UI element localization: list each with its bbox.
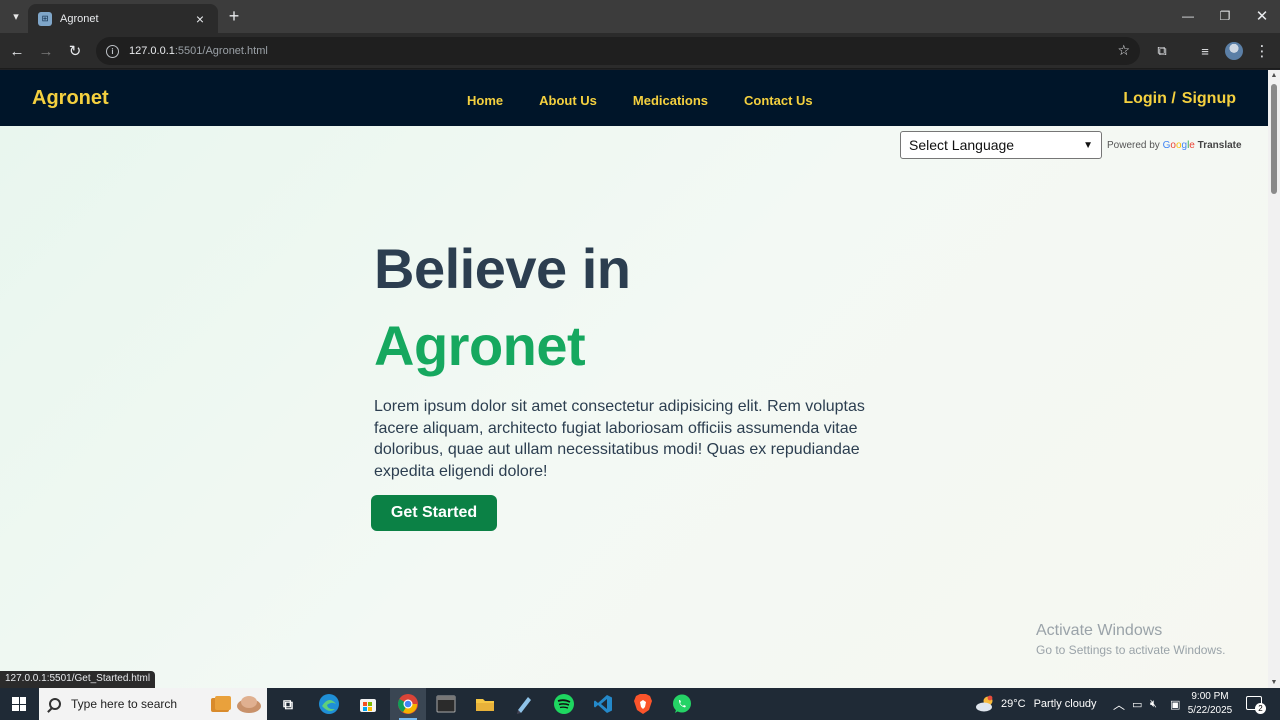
signup-link[interactable]: Signup <box>1182 90 1236 107</box>
browser-tab-strip: ▾ ⊞ Agronet × + — ❐ ✕ <box>0 0 1280 33</box>
file-explorer-icon[interactable] <box>473 692 497 716</box>
notification-count-badge: 2 <box>1255 703 1266 714</box>
weather-widget[interactable]: 29°C Partly cloudy <box>975 688 1097 720</box>
search-placeholder: Type here to search <box>71 697 178 711</box>
browser-tab-agronet[interactable]: ⊞ Agronet × <box>28 4 218 33</box>
powered-by-label: Powered by <box>1107 140 1160 151</box>
restore-icon[interactable]: ❐ <box>1207 0 1243 32</box>
nav-link-home[interactable]: Home <box>467 93 503 108</box>
login-link[interactable]: Login / <box>1123 90 1175 107</box>
auth-links: Login / Signup <box>1123 90 1236 108</box>
media-controls-icon[interactable]: ≡ <box>1195 41 1215 61</box>
url-host: 127.0.0.1 <box>129 45 175 57</box>
brave-icon[interactable] <box>631 692 655 716</box>
hero-title-line1: Believe in <box>374 237 631 300</box>
tab-search-chevron-icon[interactable]: ▾ <box>6 6 26 26</box>
store-icon[interactable] <box>356 692 380 716</box>
profile-avatar-icon[interactable] <box>1224 41 1244 61</box>
link-status-bubble: 127.0.0.1:5501/Get_Started.html <box>0 671 156 688</box>
menu-kebab-icon[interactable]: ⋮ <box>1252 41 1272 61</box>
site-info-icon[interactable]: i <box>106 44 119 58</box>
activate-windows-watermark: Activate Windows Go to Settings to activ… <box>1036 622 1225 657</box>
reload-icon[interactable]: ↻ <box>64 40 86 62</box>
weather-temp: 29°C <box>1001 698 1026 710</box>
task-view-icon[interactable]: ⧉ <box>276 692 300 716</box>
address-bar[interactable]: i 127.0.0.1:5501/Agronet.html ☆ <box>96 37 1140 65</box>
terminal-icon[interactable] <box>434 692 458 716</box>
site-brand[interactable]: Agronet <box>32 87 109 110</box>
tab-close-icon[interactable]: × <box>192 11 208 27</box>
back-icon[interactable]: ← <box>6 40 28 62</box>
taskbar-search-box[interactable]: Type here to search <box>39 688 267 720</box>
windows-taskbar: Type here to search ⧉ 29°C Partly cloudy… <box>0 688 1280 720</box>
network-icon[interactable]: ▣ <box>1170 688 1180 720</box>
notification-center-icon[interactable]: 2 <box>1246 696 1266 714</box>
windows-logo-icon <box>12 697 26 711</box>
watermark-title: Activate Windows <box>1036 622 1163 639</box>
chevron-down-icon: ▼ <box>1083 139 1093 151</box>
get-started-button[interactable]: Get Started <box>371 495 497 531</box>
bookmark-star-icon[interactable]: ☆ <box>1117 42 1130 59</box>
clock-time: 9:00 PM <box>1191 691 1229 702</box>
scroll-down-arrow-icon[interactable]: ▼ <box>1268 679 1280 686</box>
extensions-icon[interactable]: ⧉ <box>1152 41 1172 61</box>
browser-toolbar: ← → ↻ i 127.0.0.1:5501/Agronet.html ☆ ⧉ … <box>0 33 1280 69</box>
nav-links: Home About Us Medications Contact Us <box>467 93 849 108</box>
tab-title: Agronet <box>60 12 99 25</box>
tab-favicon-icon: ⊞ <box>38 11 52 26</box>
partly-cloudy-icon <box>976 695 993 712</box>
page-scrollbar[interactable]: ▲ ▼ <box>1268 70 1280 688</box>
translate-label: Translate <box>1197 140 1242 151</box>
language-select-value: Select Language <box>909 137 1015 153</box>
hero-description: Lorem ipsum dolor sit amet consectetur a… <box>374 398 865 480</box>
language-select[interactable]: Select Language ▼ <box>900 131 1102 159</box>
search-highlight-illustration-icon <box>211 696 261 713</box>
nav-link-medications[interactable]: Medications <box>633 93 708 108</box>
forward-icon[interactable]: → <box>35 40 57 62</box>
vscode-icon[interactable] <box>591 692 615 716</box>
page-viewport: Agronet Home About Us Medications Contac… <box>0 70 1268 688</box>
minimize-icon[interactable]: — <box>1170 0 1206 32</box>
taskbar-clock[interactable]: 9:00 PM 5/22/2025 <box>1186 690 1234 718</box>
weather-condition: Partly cloudy <box>1033 698 1097 710</box>
spotify-icon[interactable] <box>552 692 576 716</box>
edge-icon[interactable] <box>317 692 341 716</box>
start-button[interactable] <box>0 688 38 720</box>
whatsapp-icon[interactable] <box>670 692 694 716</box>
scroll-thumb[interactable] <box>1271 84 1277 194</box>
chrome-icon[interactable] <box>396 692 420 716</box>
window-close-icon[interactable]: ✕ <box>1244 0 1280 32</box>
nav-link-about-us[interactable]: About Us <box>539 93 597 108</box>
url-path: :5501/Agronet.html <box>174 45 268 57</box>
battery-icon[interactable]: ▭ <box>1132 688 1142 720</box>
powered-by-google-translate[interactable]: Powered by Google Translate <box>1107 140 1242 151</box>
scroll-up-arrow-icon[interactable]: ▲ <box>1268 72 1280 79</box>
hero-title-line2: Agronet <box>374 314 586 377</box>
nav-link-contact-us[interactable]: Contact Us <box>744 93 813 108</box>
google-logo: Google <box>1162 140 1195 151</box>
new-tab-icon[interactable]: + <box>224 6 244 26</box>
site-navbar: Agronet Home About Us Medications Contac… <box>0 70 1268 126</box>
search-icon <box>49 698 61 710</box>
clock-date: 5/22/2025 <box>1187 705 1233 716</box>
notepad-icon[interactable] <box>512 692 536 716</box>
watermark-subtitle: Go to Settings to activate Windows. <box>1036 643 1226 657</box>
show-hidden-icons-chevron-icon[interactable]: ︿ <box>1113 688 1125 720</box>
volume-muted-icon[interactable]: 🔇︎ <box>1150 688 1157 720</box>
